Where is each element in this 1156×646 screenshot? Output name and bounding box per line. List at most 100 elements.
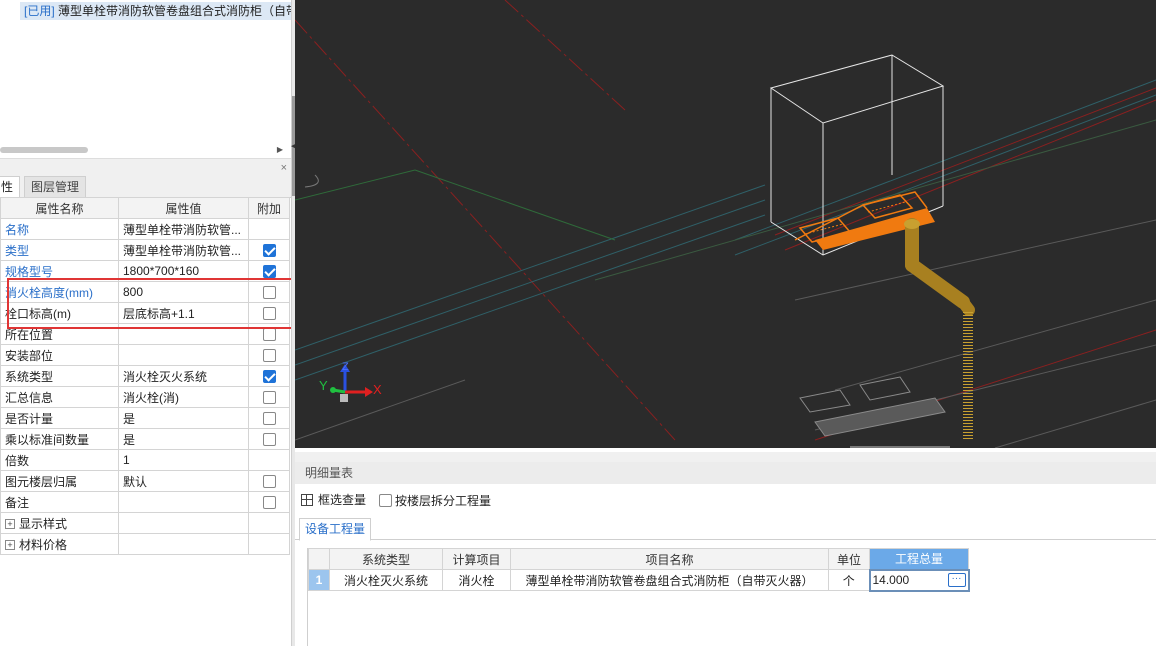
property-extra <box>248 344 290 366</box>
group-label: 材料价格 <box>19 537 68 552</box>
expand-icon[interactable]: + <box>5 540 15 551</box>
property-value[interactable]: 1 <box>118 449 249 471</box>
axis-y-label: Y <box>319 378 328 393</box>
property-value[interactable] <box>118 491 249 513</box>
detail-quantity-panel: 明细量表 框选查量 按楼层拆分工程量 设备工程量 系统类型 计算项目 项目名称 … <box>295 452 1156 646</box>
group-row-display-style[interactable]: + 显示样式 <box>0 512 290 534</box>
box-select-query-button[interactable]: 框选查量 <box>301 490 366 510</box>
property-row[interactable]: 名称 薄型单栓带消防软管... <box>0 218 290 240</box>
property-extra <box>248 449 290 471</box>
property-name: 类型 <box>0 239 119 261</box>
group-value-cell <box>118 533 249 555</box>
lower-cabinet-outline <box>799 376 946 437</box>
property-name: 乘以标准间数量 <box>0 428 119 450</box>
property-extra <box>248 491 290 513</box>
panel-separator[interactable] <box>295 452 1156 462</box>
property-extra <box>248 386 290 408</box>
property-value[interactable]: 消火栓灭火系统 <box>118 365 249 387</box>
property-extra-checkbox[interactable] <box>262 433 276 447</box>
group-name-cell[interactable]: + 材料价格 <box>0 533 119 555</box>
group-row-material-price[interactable]: + 材料价格 <box>0 533 290 555</box>
property-extra-checkbox[interactable] <box>262 496 276 510</box>
property-extra-checkbox[interactable] <box>262 412 276 426</box>
col-header-system[interactable]: 系统类型 <box>329 548 443 570</box>
property-row[interactable]: 乘以标准间数量是 <box>0 428 290 450</box>
property-value[interactable]: 是 <box>118 428 249 450</box>
list-horizontal-scrollbar[interactable]: ▶ <box>0 145 285 154</box>
axis-z-label: Z <box>342 361 349 373</box>
property-name: 名称 <box>0 218 119 240</box>
gray-grid-lines <box>295 174 1156 448</box>
property-extra <box>248 407 290 429</box>
left-panel: [已用] 薄型单栓带消防软管卷盘组合式消防柜（自带灭火器） ▶ × 性 图层管理… <box>0 0 298 646</box>
tab-properties[interactable]: 性 <box>0 176 21 198</box>
split-by-floor-label: 按楼层拆分工程量 <box>395 493 492 508</box>
property-value[interactable] <box>118 344 249 366</box>
scroll-thumb[interactable] <box>0 147 88 153</box>
property-extra-checkbox[interactable] <box>262 265 276 279</box>
property-row[interactable]: 图元楼层归属 默认 <box>0 470 290 492</box>
property-value[interactable]: 默认 <box>118 470 249 492</box>
component-list-item[interactable]: [已用] 薄型单栓带消防软管卷盘组合式消防柜（自带灭火器） <box>20 2 291 20</box>
property-table: 属性名称 属性值 附加 名称 薄型单栓带消防软管... 类型 薄型单栓带消防软管...… <box>0 197 290 555</box>
property-extra <box>248 218 290 240</box>
grid-select-icon <box>301 494 313 506</box>
property-row[interactable]: 倍数 1 <box>0 449 290 471</box>
col-header-calc-item[interactable]: 计算项目 <box>442 548 511 570</box>
close-icon[interactable]: × <box>281 162 287 174</box>
cell-total[interactable]: 14.000 ··· <box>868 568 970 592</box>
tab-layer-management[interactable]: 图层管理 <box>24 176 87 198</box>
property-value[interactable]: 薄型单栓带消防软管... <box>118 239 249 261</box>
property-row[interactable]: 系统类型 消火栓灭火系统 <box>0 365 290 387</box>
property-name: 安装部位 <box>0 344 119 366</box>
viewport-scroll-thumb[interactable] <box>850 446 950 448</box>
property-row[interactable]: 是否计量是 <box>0 407 290 429</box>
property-extra-checkbox[interactable] <box>262 244 276 258</box>
split-by-floor-checkbox[interactable]: 按楼层拆分工程量 <box>379 490 491 510</box>
property-name: 系统类型 <box>0 365 119 387</box>
property-extra-checkbox[interactable] <box>262 370 276 384</box>
cell-unit[interactable]: 个 <box>828 569 870 591</box>
group-value-cell <box>118 512 249 534</box>
property-panel-header: × <box>0 162 291 174</box>
tab-equipment-quantity[interactable]: 设备工程量 <box>299 518 372 541</box>
col-header-item-name[interactable]: 项目名称 <box>510 548 829 570</box>
property-name: 汇总信息 <box>0 386 119 408</box>
property-extra-checkbox[interactable] <box>262 349 276 363</box>
cell-item-name[interactable]: 薄型单栓带消防软管卷盘组合式消防柜（自带灭火器） <box>510 569 829 591</box>
property-row[interactable]: 类型 薄型单栓带消防软管... <box>0 239 290 261</box>
property-row[interactable]: 备注 <box>0 491 290 513</box>
3d-viewport[interactable]: X Y Z <box>295 0 1156 448</box>
table-row[interactable]: 1 消火栓灭火系统 消火栓 薄型单栓带消防软管卷盘组合式消防柜（自带灭火器） 个… <box>308 568 970 592</box>
total-value[interactable]: 14.000 <box>873 573 910 587</box>
cell-calc-item[interactable]: 消火栓 <box>442 569 511 591</box>
cell-system[interactable]: 消火栓灭火系统 <box>329 569 443 591</box>
col-header-extra: 附加 <box>248 197 290 219</box>
property-row[interactable]: 汇总信息 消火栓(消) <box>0 386 290 408</box>
viewport-canvas[interactable]: X Y Z <box>295 0 1156 448</box>
property-extra <box>248 239 290 261</box>
property-extra <box>248 428 290 450</box>
col-header-total[interactable]: 工程总量 <box>869 548 969 570</box>
property-extra-checkbox[interactable] <box>262 475 276 489</box>
col-header-index <box>308 548 330 570</box>
quantity-table-header: 系统类型 计算项目 项目名称 单位 工程总量 <box>308 548 969 570</box>
component-name: 薄型单栓带消防软管卷盘组合式消防柜（自带灭火器） <box>58 4 291 18</box>
quantity-grid: 系统类型 计算项目 项目名称 单位 工程总量 1 消火栓灭火系统 消火栓 薄型单… <box>307 548 1156 646</box>
component-list: [已用] 薄型单栓带消防软管卷盘组合式消防柜（自带灭火器） ▶ <box>0 0 291 158</box>
property-extra-checkbox[interactable] <box>262 328 276 342</box>
property-value[interactable]: 消火栓(消) <box>118 386 249 408</box>
property-value[interactable]: 是 <box>118 407 249 429</box>
checkbox[interactable] <box>379 493 392 507</box>
property-extra-checkbox[interactable] <box>262 391 276 405</box>
subtab-row: 设备工程量 <box>295 516 1156 541</box>
group-extra-cell <box>248 533 290 555</box>
expand-icon[interactable]: + <box>5 519 15 530</box>
property-row[interactable]: 安装部位 <box>0 344 290 366</box>
property-value[interactable]: 薄型单栓带消防软管... <box>118 218 249 240</box>
col-header-unit[interactable]: 单位 <box>828 548 870 570</box>
more-options-button[interactable]: ··· <box>947 572 966 587</box>
group-name-cell[interactable]: + 显示样式 <box>0 512 119 534</box>
scroll-right-arrow-icon[interactable]: ▶ <box>277 145 283 154</box>
row-index[interactable]: 1 <box>308 569 330 591</box>
